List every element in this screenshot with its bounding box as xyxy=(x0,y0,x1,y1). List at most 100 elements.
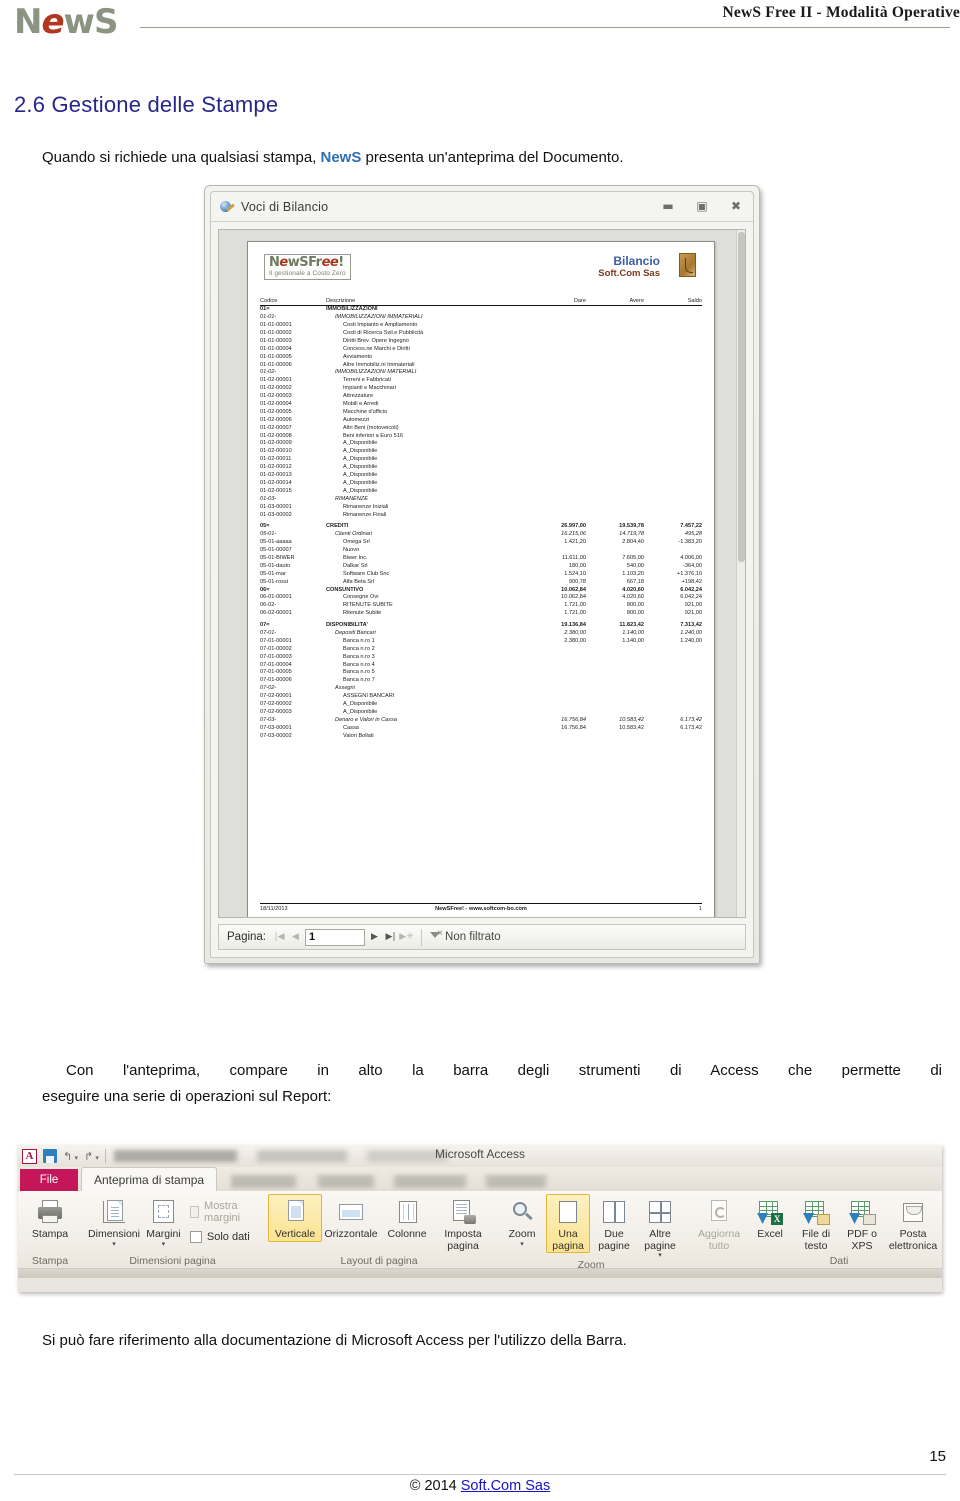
cell-avere: 7.605,00 xyxy=(622,554,644,561)
pdf-xps-export-label: PDF o XPS xyxy=(847,1228,877,1252)
cell-saldo: 7.457,22 xyxy=(680,523,702,530)
restore-icon[interactable]: ▣ xyxy=(693,198,711,214)
margins-dropdown-icon[interactable]: ▾ xyxy=(162,1240,166,1247)
copyright-prefix: © 2014 xyxy=(409,1478,461,1494)
cell-codice: 07-01-00004 xyxy=(260,661,292,668)
cell-codice: 07= xyxy=(260,622,270,629)
close-icon[interactable]: ✖ xyxy=(727,198,745,214)
portrait-button[interactable]: Verticale xyxy=(268,1194,323,1242)
print-button[interactable]: Stampa xyxy=(23,1194,77,1242)
zoom-dropdown-icon[interactable]: ▾ xyxy=(520,1240,524,1247)
cell-codice: 05-01-dauto xyxy=(260,562,291,569)
cell-saldo xyxy=(644,693,702,701)
next-page-icon[interactable]: ▶ xyxy=(368,929,381,945)
cell-dare xyxy=(528,503,586,511)
table-row: 01-01-00002 Costi di Ricerca Svil.e Pubbl… xyxy=(260,330,702,338)
report-stamp-icon xyxy=(679,253,696,277)
cell-dare: 19.136,84 xyxy=(561,622,586,629)
more-pages-dropdown-icon[interactable]: ▾ xyxy=(658,1252,662,1259)
vertical-scrollbar[interactable] xyxy=(736,230,745,917)
preview-window-screenshot: Voci di Bilancio ▬ ▣ ✖ NewSFree! Il gest… xyxy=(204,185,760,964)
cell-saldo xyxy=(644,645,702,653)
data-only-checkbox-box[interactable] xyxy=(189,1231,202,1243)
table-row: 07= DISPONIBILITA' 19.136,84 11.823,42 7.313… xyxy=(260,622,702,630)
cell-saldo xyxy=(644,393,702,401)
page-size-button[interactable]: Dimensioni ▾ xyxy=(87,1194,141,1248)
columns-button[interactable]: Colonne xyxy=(380,1194,434,1242)
cell-avere xyxy=(586,424,644,432)
margins-button[interactable]: Margini ▾ xyxy=(143,1194,184,1248)
table-row: 01-01-00001 Costi Impianto e Ampliamento xyxy=(260,322,702,330)
cell-saldo xyxy=(644,709,702,717)
last-page-icon[interactable]: ▶| xyxy=(384,929,397,945)
cell-avere xyxy=(586,401,644,409)
table-row: 01-02-00003 Attrezzature xyxy=(260,393,702,401)
zoom-button[interactable]: Zoom ▾ xyxy=(500,1194,544,1248)
cell-descrizione: Valori Bollati xyxy=(343,732,374,739)
cell-avere xyxy=(586,487,644,495)
cell-avere: 10.583,42 xyxy=(619,716,644,723)
page-size-dropdown-icon[interactable]: ▾ xyxy=(112,1240,116,1247)
cell-codice: 05-01- xyxy=(260,531,277,538)
landscape-icon xyxy=(336,1197,366,1227)
cell-descrizione: Banca n.ro 2 xyxy=(343,645,375,652)
two-pages-button[interactable]: Due pagine xyxy=(592,1194,636,1253)
columns-label: Colonne xyxy=(387,1228,427,1240)
minimize-icon[interactable]: ▬ xyxy=(659,198,677,214)
one-page-button[interactable]: Una pagina xyxy=(546,1194,591,1253)
report-logo-accent: e xyxy=(279,255,288,270)
cell-avere: 540,00 xyxy=(626,562,644,569)
blurred-inactive-tabs xyxy=(231,1175,942,1188)
cell-dare xyxy=(528,495,586,503)
pdf-xps-export-button[interactable]: PDF o XPS xyxy=(840,1194,884,1253)
cell-descrizione: Rimanenze Iniziali xyxy=(343,503,389,510)
landscape-button[interactable]: Orizzontale xyxy=(324,1194,378,1242)
data-only-checkbox[interactable]: Solo dati xyxy=(189,1231,256,1243)
table-row: 06-02-00001 Ritenute Subite 1.721,00 800,00… xyxy=(260,610,702,618)
show-margins-checkbox-box[interactable] xyxy=(189,1206,200,1218)
cell-descrizione: Terreni e Fabbricati xyxy=(343,377,391,384)
cell-codice: 01-02-00014 xyxy=(260,479,292,486)
group-label-zoom: Zoom xyxy=(577,1259,605,1271)
cell-avere xyxy=(586,472,644,480)
cell-dare xyxy=(528,709,586,717)
scrollbar-thumb[interactable] xyxy=(738,232,745,562)
copyright-link[interactable]: Soft.Com Sas xyxy=(461,1478,550,1494)
more-pages-button[interactable]: Altre pagine ▾ xyxy=(638,1194,682,1259)
cell-descrizione: A_Disponibile xyxy=(343,700,378,707)
page-setup-button[interactable]: Imposta pagina xyxy=(436,1194,490,1253)
cell-descrizione: A_Disponibile xyxy=(343,472,378,479)
tab-file[interactable]: File xyxy=(20,1169,78,1191)
email-button[interactable]: Posta elettronica xyxy=(886,1194,940,1253)
ribbon-bottom-edge xyxy=(18,1269,942,1278)
table-row: 01-01-00004 Concess.ne Marchi e Diritti xyxy=(260,345,702,353)
magnifier-icon xyxy=(507,1197,537,1227)
intro-paragraph: Quando si richiede una qualsiasi stampa,… xyxy=(42,148,932,168)
cell-descrizione: Banca n.ro 4 xyxy=(343,661,375,668)
table-row: 07-01-00002 Banca n.ro 2 xyxy=(260,645,702,653)
page-title: 2.6 Gestione delle Stampe xyxy=(14,92,279,117)
cell-saldo xyxy=(644,314,702,322)
show-margins-checkbox[interactable]: Mostra margini xyxy=(189,1200,256,1224)
prev-page-icon[interactable]: ◀ xyxy=(289,929,302,945)
text-file-export-button[interactable]: File di testo xyxy=(794,1194,838,1253)
new-page-icon[interactable]: ▶✳ xyxy=(399,929,413,945)
cell-codice: 07-01-00003 xyxy=(260,653,292,660)
excel-export-button[interactable]: X Excel xyxy=(748,1194,792,1242)
cell-avere: 4.020,60 xyxy=(622,586,644,593)
cell-codice: 01-02-00009 xyxy=(260,440,292,447)
table-row: 06-02- RITENUTE SUBITE 1.721,00 800,00 921,0… xyxy=(260,602,702,610)
cell-codice: 01-02-00007 xyxy=(260,424,292,431)
tab-anteprima-di-stampa[interactable]: Anteprima di stampa xyxy=(81,1167,218,1191)
cell-descrizione: Cassa xyxy=(343,724,359,731)
ribbon-group-zoom: Zoom ▾ Una pagina Due pagine Altre pagin… xyxy=(495,1191,687,1271)
filter-status[interactable]: Non filtrato xyxy=(430,928,501,943)
report-title: Bilancio xyxy=(613,254,660,268)
cell-dare xyxy=(528,345,586,353)
cell-descrizione: IMMOBILIZZAZIONI IMMATERIALI xyxy=(335,314,423,321)
page-number-input[interactable]: 1 xyxy=(305,928,366,946)
cell-avere xyxy=(586,709,644,717)
refresh-all-button[interactable]: Aggiorna tutto xyxy=(692,1194,746,1253)
first-page-icon[interactable]: |◀ xyxy=(273,929,286,945)
cell-codice: 05-01-aaaaa xyxy=(260,539,292,546)
